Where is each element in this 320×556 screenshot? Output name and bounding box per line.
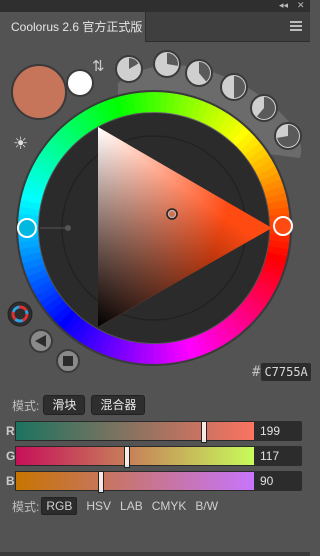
mixer-button[interactable]: 混合器 bbox=[91, 395, 146, 415]
panel-tab-bar: Coolorus 2.6 官方正式版 bbox=[0, 12, 310, 42]
value-field-b[interactable]: 90 bbox=[254, 471, 302, 491]
hue-handle-left[interactable] bbox=[17, 218, 37, 238]
color-mode-label: 模式: bbox=[12, 499, 40, 514]
hue-segment[interactable] bbox=[153, 92, 162, 113]
close-icon[interactable]: ✕ bbox=[297, 0, 305, 11]
value-field-g[interactable]: 117 bbox=[254, 446, 302, 466]
slider-track-g[interactable] bbox=[15, 446, 258, 468]
preset-button[interactable] bbox=[115, 55, 143, 83]
value-field-r[interactable]: 199 bbox=[254, 421, 302, 441]
mode-tab-cmyk[interactable]: CMYK bbox=[152, 499, 187, 513]
color-mode-tabs: 模式: RGB HSV LAB CMYK B/W bbox=[12, 497, 227, 515]
ring-mode-icon[interactable] bbox=[7, 301, 33, 327]
resize-bar[interactable] bbox=[0, 552, 310, 556]
mode-tab-lab[interactable]: LAB bbox=[120, 499, 143, 513]
panel-body: ⇅ ☀ # C7755A 模式: 滑块 混合器 R 199 G 117 B 90… bbox=[0, 43, 311, 556]
mode-tab-hsv[interactable]: HSV bbox=[86, 499, 111, 513]
hue-handle-right[interactable] bbox=[273, 216, 293, 236]
slider-r: R 199 bbox=[6, 421, 306, 443]
square-mode-icon[interactable] bbox=[56, 349, 80, 373]
channel-label-b: B bbox=[6, 474, 15, 488]
current-color-swatch[interactable] bbox=[11, 64, 67, 120]
brightness-icon[interactable]: ☀ bbox=[13, 134, 28, 154]
mode-bar: 模式: 滑块 混合器 bbox=[12, 395, 151, 415]
slider-thumb-b[interactable] bbox=[98, 471, 105, 493]
slider-thumb-g[interactable] bbox=[123, 446, 130, 468]
panel-top-strip: ◂◂ ✕ bbox=[0, 0, 310, 12]
channel-label-g: G bbox=[6, 449, 16, 463]
slider-g: G 117 bbox=[6, 446, 306, 468]
swap-colors-icon[interactable]: ⇅ bbox=[92, 57, 105, 75]
channel-label-r: R bbox=[6, 424, 15, 438]
hue-guide-dot bbox=[65, 225, 71, 231]
mode-tab-rgb[interactable]: RGB bbox=[41, 497, 78, 515]
slider-track-b[interactable] bbox=[15, 471, 258, 493]
hex-prefix: # bbox=[252, 364, 261, 380]
slider-thumb-r[interactable] bbox=[200, 421, 207, 443]
mode-tab-bw[interactable]: B/W bbox=[195, 499, 218, 513]
triangle-mode-icon[interactable] bbox=[29, 329, 53, 353]
hex-value[interactable]: C7755A bbox=[261, 363, 311, 381]
preset-button[interactable] bbox=[185, 59, 213, 87]
panel-tab[interactable]: Coolorus 2.6 官方正式版 bbox=[0, 12, 146, 42]
preset-button[interactable] bbox=[220, 73, 248, 101]
sliders-button[interactable]: 滑块 bbox=[43, 395, 86, 415]
preset-button[interactable] bbox=[250, 94, 278, 122]
collapse-icon[interactable]: ◂◂ bbox=[279, 0, 288, 11]
preset-button[interactable] bbox=[153, 50, 181, 78]
menu-icon[interactable] bbox=[290, 21, 302, 33]
preset-button[interactable] bbox=[274, 122, 302, 150]
slider-b: B 90 bbox=[6, 471, 306, 493]
secondary-color-swatch[interactable] bbox=[66, 69, 94, 97]
hue-segment[interactable] bbox=[146, 343, 155, 364]
slider-track-r[interactable] bbox=[15, 421, 258, 443]
mode-bar-label: 模式: bbox=[12, 398, 40, 413]
hex-field[interactable]: # C7755A bbox=[252, 363, 311, 381]
